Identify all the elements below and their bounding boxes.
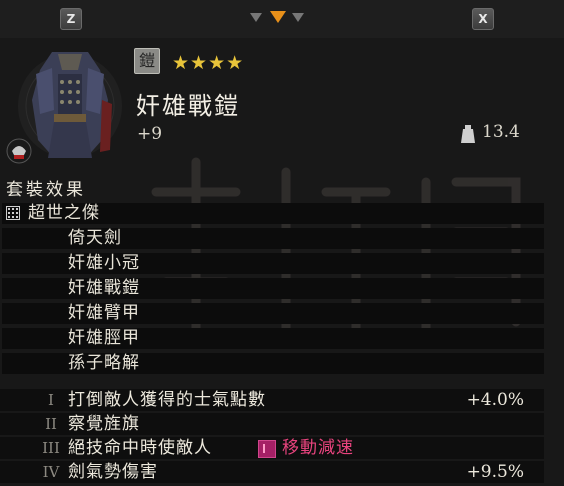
rarity-stars: ★★★★ (172, 52, 245, 74)
page-dot-icon (292, 13, 304, 22)
set-name-row: 超世之傑 (2, 203, 544, 224)
set-bonus-row: III 絕技命中時使敵人 移動減速 (0, 437, 544, 459)
set-bonus-row: IV 劍氣勢傷害 +9.5% (0, 461, 544, 483)
slow-status-icon (258, 440, 276, 458)
set-piece-name: 奸雄戰鎧 (68, 278, 140, 298)
next-key-button[interactable]: X (472, 8, 494, 30)
bonus-text: 絕技命中時使敵人 (68, 438, 212, 458)
page-indicator (250, 11, 308, 25)
set-armor-icon: 鎧 (134, 48, 160, 74)
bonus-numeral: II (45, 415, 57, 433)
set-piece-row: 倚天劍 (2, 228, 544, 249)
set-grid-icon (6, 206, 20, 220)
top-bar: Z X (0, 0, 564, 38)
item-name: 奸雄戰鎧 (136, 92, 240, 120)
bonus-text: 劍氣勢傷害 (68, 462, 158, 482)
bonus-numeral: I (48, 391, 54, 409)
item-weight: 13.4 (482, 122, 520, 142)
skull-helmet-icon (6, 138, 32, 164)
page-dot-icon (250, 13, 262, 22)
set-piece-name: 倚天劍 (68, 228, 122, 248)
set-piece-row: 奸雄戰鎧 (2, 278, 544, 299)
set-piece-row: 奸雄脛甲 (2, 328, 544, 349)
prev-key-button[interactable]: Z (60, 8, 82, 30)
set-piece-row: 孫子略解 (2, 353, 544, 374)
weight-icon (461, 125, 475, 143)
set-piece-name: 奸雄小冠 (68, 253, 140, 273)
bonus-text: 打倒敵人獲得的士氣點數 (68, 390, 266, 410)
upgrade-level: +9 (137, 124, 163, 144)
set-bonus-row: II 察覺旌旗 (0, 413, 544, 435)
set-effects-title: 套裝效果 (6, 180, 86, 200)
bonus-text: 察覺旌旗 (68, 414, 140, 434)
bonus-numeral: III (42, 439, 60, 457)
status-effect-label: 移動減速 (282, 438, 354, 458)
set-bonus-row: I 打倒敵人獲得的士氣點數 +4.0% (0, 389, 544, 411)
set-piece-row: 奸雄臂甲 (2, 303, 544, 324)
set-piece-name: 奸雄脛甲 (68, 328, 140, 348)
set-piece-name: 奸雄臂甲 (68, 303, 140, 323)
set-name: 超世之傑 (28, 203, 100, 223)
bonus-value: +4.0% (466, 390, 524, 410)
bonus-value: +9.5% (466, 462, 524, 482)
set-piece-row: 奸雄小冠 (2, 253, 544, 274)
set-piece-name: 孫子略解 (68, 353, 140, 373)
current-page-icon (270, 11, 286, 23)
bonus-numeral: IV (42, 463, 60, 481)
